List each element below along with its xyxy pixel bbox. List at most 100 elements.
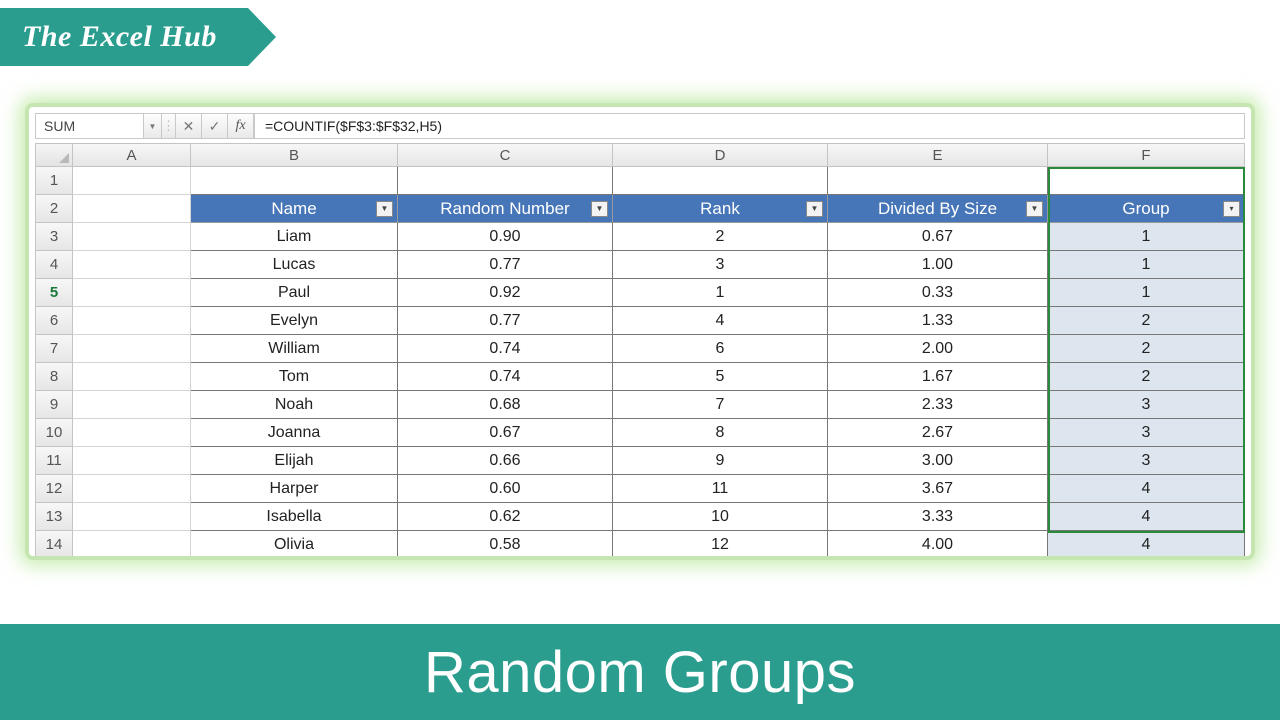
cell-group[interactable]: 1 (1048, 251, 1245, 279)
cell-rank[interactable]: 12 (613, 531, 828, 559)
cell-divided[interactable]: 2.67 (828, 419, 1048, 447)
cell-random[interactable]: 0.77 (398, 307, 613, 335)
cell-random[interactable]: 0.62 (398, 503, 613, 531)
cell-divided[interactable]: 3.33 (828, 503, 1048, 531)
name-box[interactable]: SUM (36, 114, 144, 138)
cell-group[interactable]: 4 (1048, 531, 1245, 559)
cell-rank[interactable]: 5 (613, 363, 828, 391)
cell-random[interactable]: 0.74 (398, 335, 613, 363)
cell-rank[interactable]: 1 (613, 279, 828, 307)
cell-rank[interactable]: 6 (613, 335, 828, 363)
cell-name[interactable]: Elijah (191, 447, 398, 475)
cell-group[interactable]: 4 (1048, 503, 1245, 531)
row-header[interactable]: 6 (35, 307, 73, 335)
row-header[interactable]: 12 (35, 475, 73, 503)
row-header[interactable]: 3 (35, 223, 73, 251)
cell-divided[interactable]: 0.33 (828, 279, 1048, 307)
row-header[interactable]: 7 (35, 335, 73, 363)
cell[interactable] (828, 167, 1048, 195)
cell-group[interactable]: 3 (1048, 447, 1245, 475)
col-header-E[interactable]: E (828, 143, 1048, 167)
cell-name[interactable]: Harper (191, 475, 398, 503)
cell-divided[interactable]: 2.00 (828, 335, 1048, 363)
cell-group[interactable]: 2 (1048, 307, 1245, 335)
cell-divided[interactable]: 3.67 (828, 475, 1048, 503)
cell-rank[interactable]: 7 (613, 391, 828, 419)
cell[interactable] (73, 363, 191, 391)
cell-random[interactable]: 0.92 (398, 279, 613, 307)
formula-input[interactable]: =COUNTIF($F$3:$F$32,H5) (254, 114, 1244, 138)
cell-group[interactable]: 3 (1048, 391, 1245, 419)
filter-group[interactable]: ▾ (1223, 201, 1240, 217)
cell[interactable] (73, 279, 191, 307)
cell-group[interactable]: 1 (1048, 279, 1245, 307)
cell[interactable] (73, 223, 191, 251)
row-header[interactable]: 9 (35, 391, 73, 419)
cell-divided[interactable]: 0.67 (828, 223, 1048, 251)
cell-divided[interactable]: 3.00 (828, 447, 1048, 475)
cell-name[interactable]: Lucas (191, 251, 398, 279)
row-header[interactable]: 13 (35, 503, 73, 531)
row-header[interactable]: 4 (35, 251, 73, 279)
header-divided[interactable]: Divided By Size▼ (828, 195, 1048, 223)
cell-divided[interactable]: 1.33 (828, 307, 1048, 335)
name-box-dropdown[interactable]: ▼ (144, 114, 162, 138)
cell-random[interactable]: 0.74 (398, 363, 613, 391)
cell-divided[interactable]: 1.00 (828, 251, 1048, 279)
cell-random[interactable]: 0.66 (398, 447, 613, 475)
cell-name[interactable]: Olivia (191, 531, 398, 559)
cell-random[interactable]: 0.77 (398, 251, 613, 279)
cell-rank[interactable]: 11 (613, 475, 828, 503)
cell-random[interactable]: 0.68 (398, 391, 613, 419)
cell[interactable] (73, 167, 191, 195)
cell[interactable] (73, 195, 191, 223)
cell-name[interactable]: Joanna (191, 419, 398, 447)
cell-random[interactable]: 0.90 (398, 223, 613, 251)
cell-group[interactable]: 4 (1048, 475, 1245, 503)
cell-divided[interactable]: 4.00 (828, 531, 1048, 559)
cell[interactable] (73, 475, 191, 503)
row-header[interactable]: 8 (35, 363, 73, 391)
cell-group[interactable]: 3 (1048, 419, 1245, 447)
cell-group[interactable]: 2 (1048, 363, 1245, 391)
cell-divided[interactable]: 1.67 (828, 363, 1048, 391)
cell-name[interactable]: Paul (191, 279, 398, 307)
col-header-A[interactable]: A (73, 143, 191, 167)
col-header-D[interactable]: D (613, 143, 828, 167)
filter-divided[interactable]: ▼ (1026, 201, 1043, 217)
cell[interactable] (73, 335, 191, 363)
cell-group[interactable]: 2 (1048, 335, 1245, 363)
cell-name[interactable]: Liam (191, 223, 398, 251)
accept-button[interactable]: ✓ (202, 114, 228, 138)
cell-group[interactable]: 1 (1048, 223, 1245, 251)
row-header[interactable]: 11 (35, 447, 73, 475)
cell-random[interactable]: 0.67 (398, 419, 613, 447)
cell-random[interactable]: 0.60 (398, 475, 613, 503)
cell-rank[interactable]: 3 (613, 251, 828, 279)
cell[interactable] (191, 167, 398, 195)
cell-rank[interactable]: 2 (613, 223, 828, 251)
row-header[interactable]: 14 (35, 531, 73, 559)
header-rank[interactable]: Rank▼ (613, 195, 828, 223)
col-header-B[interactable]: B (191, 143, 398, 167)
cell-name[interactable]: William (191, 335, 398, 363)
header-random-number[interactable]: Random Number▼ (398, 195, 613, 223)
cell-name[interactable]: Noah (191, 391, 398, 419)
filter-name[interactable]: ▼ (376, 201, 393, 217)
cell-name[interactable]: Isabella (191, 503, 398, 531)
cell[interactable] (73, 531, 191, 559)
cancel-button[interactable]: ✕ (176, 114, 202, 138)
col-header-C[interactable]: C (398, 143, 613, 167)
cell-rank[interactable]: 9 (613, 447, 828, 475)
cell-name[interactable]: Tom (191, 363, 398, 391)
row-header[interactable]: 2 (35, 195, 73, 223)
cell-rank[interactable]: 10 (613, 503, 828, 531)
cell[interactable] (73, 391, 191, 419)
cell-rank[interactable]: 4 (613, 307, 828, 335)
header-name[interactable]: Name▼ (191, 195, 398, 223)
header-group[interactable]: Group▾ (1048, 195, 1245, 223)
insert-function-button[interactable]: fx (228, 114, 254, 138)
cell-name[interactable]: Evelyn (191, 307, 398, 335)
row-header[interactable]: 10 (35, 419, 73, 447)
cell-divided[interactable]: 2.33 (828, 391, 1048, 419)
